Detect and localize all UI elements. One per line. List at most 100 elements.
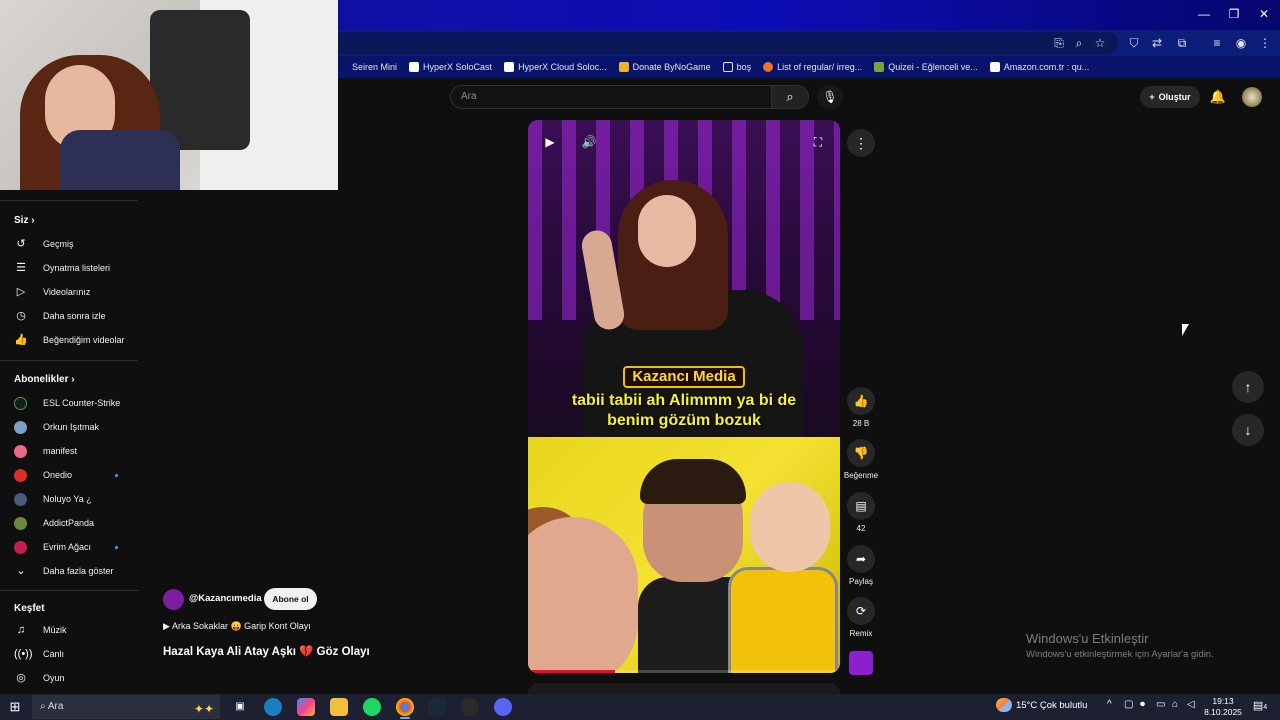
sidebar-sub-esl[interactable]: ESL Counter-Strike — [14, 393, 138, 413]
sidebar-sub-orkun[interactable]: Orkun Işıtmak — [14, 417, 138, 437]
file-explorer-icon[interactable] — [330, 698, 348, 716]
tray-volume-icon[interactable]: ◁ — [1187, 699, 1195, 710]
sidebar-item-liked-videos[interactable]: 👍 Beğendiğim videolar — [14, 330, 138, 350]
channel-avatar — [14, 516, 27, 530]
tray-display-icon[interactable]: ▭ — [1156, 699, 1165, 710]
tray-mic-icon[interactable]: ⏺ — [1140, 699, 1145, 710]
bookmark-label: Donate ByNoGame — [632, 62, 711, 72]
sidebar-subscriptions-heading[interactable]: Abonelikler › — [14, 374, 75, 385]
dislike-button[interactable]: 👎 Beğenme — [843, 439, 879, 480]
channel-thumbnail[interactable] — [849, 651, 873, 675]
chevron-right-icon: › — [31, 215, 35, 226]
voice-search-button[interactable]: 🎙 — [817, 85, 843, 109]
windows-start-icon[interactable]: ⊞ — [6, 698, 24, 716]
fullscreen-icon[interactable]: ⛶ — [806, 130, 830, 154]
remix-icon: ⟳ — [847, 597, 875, 625]
bookmark-item[interactable]: List of regular/ irreg... — [763, 62, 862, 72]
steam-icon[interactable] — [428, 698, 446, 716]
share-button[interactable]: ➦ Paylaş — [843, 545, 879, 586]
sidebar-sub-noluyo[interactable]: Noluyo Ya ¿ — [14, 489, 138, 509]
copilot-icon[interactable] — [297, 698, 315, 716]
bookmark-item[interactable]: Seiren Mini — [338, 62, 397, 72]
bookmark-label: Seiren Mini — [352, 62, 398, 72]
discord-icon[interactable] — [494, 698, 512, 716]
bookmark-item[interactable]: HyperX SoloCast — [409, 62, 492, 72]
video-progress-bar[interactable] — [528, 670, 840, 673]
channel-avatar — [14, 468, 27, 482]
obs-icon[interactable] — [461, 698, 479, 716]
bookmark-item[interactable]: HyperX Cloud Soloc... — [504, 62, 607, 72]
play-small-icon: ▶ — [163, 621, 170, 631]
comments-button[interactable]: ▤ 42 — [843, 492, 879, 533]
sidebar-item-your-videos[interactable]: ▷ Videolarınız — [14, 282, 138, 302]
history-icon: ↺ — [16, 238, 26, 250]
shorts-video-player[interactable]: Kazancı Media tabii tabii ah Alimmm ya b… — [528, 120, 840, 673]
tray-app-icon[interactable]: ▢ — [1124, 699, 1133, 710]
menu-kebab-icon[interactable]: ⋮ — [1256, 34, 1274, 52]
sidebar-show-more[interactable]: ⌄ Daha fazla göster — [14, 561, 138, 581]
amazon-favicon-icon — [989, 62, 1000, 72]
weather-widget[interactable]: 15°C Çok bulutlu — [996, 698, 1087, 712]
restore-button[interactable]: ❐ — [1218, 0, 1250, 28]
chrome-icon[interactable] — [396, 698, 414, 719]
profile-icon[interactable]: ◉ — [1232, 34, 1250, 52]
close-window-button[interactable]: ✕ — [1248, 0, 1280, 28]
account-avatar[interactable] — [1242, 87, 1262, 107]
install-app-icon[interactable]: ⎘ — [1050, 34, 1068, 52]
previous-video-button[interactable]: ↑ — [1232, 371, 1264, 403]
notifications-icon[interactable]: ▤4 — [1252, 699, 1268, 715]
tray-chevron-up-icon[interactable]: ^ — [1107, 699, 1112, 710]
bookmark-item[interactable]: Quizei - Eğlenceli ve... — [874, 62, 978, 72]
sparkle-icon: ✦✦ — [193, 702, 214, 716]
tray-network-icon[interactable]: ⌂ — [1172, 699, 1178, 710]
minimize-button[interactable]: — — [1188, 0, 1220, 28]
spotify-icon[interactable] — [363, 698, 381, 716]
notifications-bell-icon[interactable]: 🔔 — [1208, 87, 1228, 107]
taskbar-clock[interactable]: 19:13 8.10.2025 — [1202, 696, 1244, 718]
sidebar-item-label: Müzik — [43, 625, 67, 635]
bookmarks-bar: Seiren Mini HyperX SoloCast HyperX Cloud… — [338, 56, 1280, 78]
edge-icon[interactable] — [264, 698, 282, 716]
task-view-icon[interactable]: ▣ — [231, 698, 249, 716]
sidebar-item-live[interactable]: ((•)) Canlı — [14, 644, 138, 664]
translate-icon[interactable]: ⇄ — [1148, 34, 1166, 52]
play-icon[interactable]: ▶ — [538, 130, 562, 154]
clock-time: 19:13 — [1212, 696, 1234, 706]
next-video-button[interactable]: ↓ — [1232, 414, 1264, 446]
extensions-icon[interactable]: ⧉ — [1173, 34, 1191, 52]
sidebar-sub-onedio[interactable]: Onedio — [14, 465, 138, 485]
bookmark-star-icon[interactable]: ☆ — [1091, 34, 1109, 52]
create-button[interactable]: + Oluştur — [1140, 86, 1200, 108]
bookmark-folder[interactable]: boş — [722, 62, 751, 72]
sidebar-item-history[interactable]: ↺ Geçmiş — [14, 234, 138, 254]
channel-avatar[interactable] — [163, 589, 184, 610]
playlist-link[interactable]: ▶ Arka Sokaklar 😛 Garip Kont Olayı — [163, 621, 311, 632]
folder-icon — [722, 62, 733, 72]
like-button[interactable]: 👍 28 B — [843, 387, 879, 428]
url-box[interactable] — [338, 32, 1118, 54]
sidebar-item-label: Beğendiğim videolar — [43, 335, 125, 345]
sidebar-item-music[interactable]: ♫ Müzik — [14, 620, 138, 640]
channel-name[interactable]: @Kazancımedia — [189, 593, 262, 604]
remix-button[interactable]: ⟳ Remix — [843, 597, 879, 638]
search-input[interactable]: Ara — [450, 85, 772, 109]
media-controls-icon[interactable]: ≡ — [1208, 34, 1226, 52]
bookmark-item[interactable]: Amazon.com.tr : qu... — [989, 62, 1089, 72]
sidebar-sub-addictpanda[interactable]: AddictPanda — [14, 513, 138, 533]
sidebar-you-heading[interactable]: Siz › — [14, 215, 35, 226]
sidebar-item-playlists[interactable]: ☰ Oynatma listeleri — [14, 258, 138, 278]
taskbar-search[interactable]: ⌕ Ara ✦✦ — [32, 695, 220, 719]
more-options-button[interactable]: ⋮ — [847, 129, 875, 157]
extension-shield-icon[interactable]: ⛉ — [1125, 34, 1143, 52]
zoom-icon[interactable]: ⌕ — [1070, 34, 1088, 52]
bookmark-item[interactable]: Donate ByNoGame — [618, 62, 711, 72]
taskbar-search-label: Ara — [47, 701, 64, 712]
sidebar-item-gaming[interactable]: ◎ Oyun — [14, 668, 138, 688]
more-vert-icon: ⋮ — [854, 135, 868, 151]
subscribe-button[interactable]: Abone ol — [264, 588, 317, 610]
search-button[interactable]: ⌕ — [771, 85, 809, 109]
volume-icon[interactable]: 🔊 — [577, 130, 601, 154]
sidebar-item-watch-later[interactable]: ◷ Daha sonra izle — [14, 306, 138, 326]
sidebar-sub-manifest[interactable]: manifest — [14, 441, 138, 461]
sidebar-sub-evrim[interactable]: Evrim Ağacı — [14, 537, 138, 557]
